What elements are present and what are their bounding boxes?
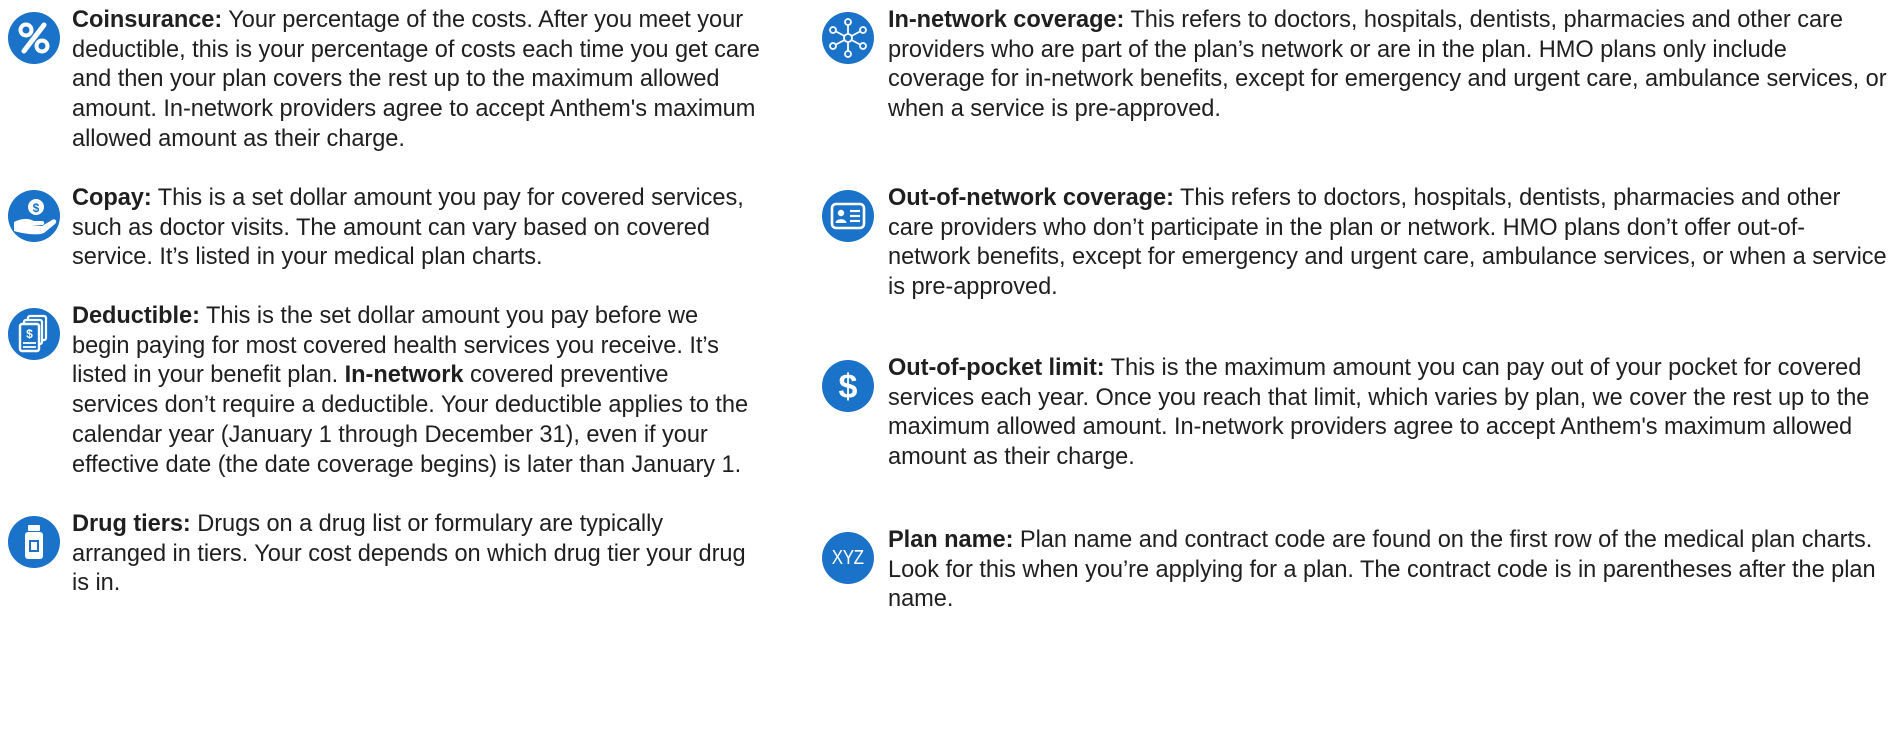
dollar-sign-icon: $ bbox=[822, 360, 874, 412]
term-name: Plan name: bbox=[888, 527, 1014, 553]
term-name: Out-of-network coverage: bbox=[888, 185, 1174, 211]
xyz-icon-text: XYZ bbox=[832, 546, 864, 569]
term-definition: This is a set dollar amount you pay for … bbox=[72, 185, 744, 271]
term-name: Out-of-pocket limit: bbox=[888, 355, 1105, 381]
term-name: Coinsurance: bbox=[72, 7, 223, 33]
pill-bottle-icon bbox=[8, 516, 60, 568]
term-deductible: $ Deductible: This is the set dollar amo… bbox=[8, 302, 760, 480]
term-drug-tiers: Drug tiers: Drugs on a drug list or form… bbox=[8, 510, 760, 599]
term-coinsurance: Coinsurance: Your percentage of the cost… bbox=[8, 6, 760, 155]
network-icon bbox=[822, 12, 874, 64]
svg-text:$: $ bbox=[33, 201, 40, 215]
term-definition-emphasis: In-network bbox=[344, 362, 464, 389]
term-name: Deductible: bbox=[72, 303, 200, 329]
term-copay: $ Copay: This is a set dollar amount you… bbox=[8, 184, 760, 273]
id-card-icon bbox=[822, 190, 874, 242]
hand-dollar-icon: $ bbox=[8, 190, 60, 242]
term-text: Deductible: This is the set dollar amoun… bbox=[72, 302, 760, 480]
term-text: Coinsurance: Your percentage of the cost… bbox=[72, 6, 760, 155]
term-name: Copay: bbox=[72, 185, 152, 211]
svg-text:$: $ bbox=[839, 368, 858, 406]
term-text: Copay: This is a set dollar amount you p… bbox=[72, 184, 760, 273]
term-in-network-coverage: In-network coverage: This refers to doct… bbox=[822, 6, 1887, 125]
term-out-of-network-coverage: Out-of-network coverage: This refers to … bbox=[822, 184, 1887, 303]
term-text: Out-of-network coverage: This refers to … bbox=[888, 184, 1887, 303]
term-plan-name: XYZ Plan name: Plan name and contract co… bbox=[822, 526, 1887, 615]
term-text: In-network coverage: This refers to doct… bbox=[888, 6, 1887, 125]
term-text: Out-of-pocket limit: This is the maximum… bbox=[888, 354, 1887, 473]
term-name: In-network coverage: bbox=[888, 7, 1125, 33]
term-text: Plan name: Plan name and contract code a… bbox=[888, 526, 1887, 615]
percent-icon bbox=[8, 12, 60, 64]
term-out-of-pocket-limit: $ Out-of-pocket limit: This is the maxim… bbox=[822, 354, 1887, 473]
dollar-document-icon: $ bbox=[8, 308, 60, 360]
term-name: Drug tiers: bbox=[72, 511, 191, 537]
svg-text:$: $ bbox=[26, 327, 33, 341]
xyz-icon: XYZ bbox=[822, 532, 874, 584]
term-text: Drug tiers: Drugs on a drug list or form… bbox=[72, 510, 760, 599]
term-definition: Plan name and contract code are found on… bbox=[888, 527, 1876, 613]
